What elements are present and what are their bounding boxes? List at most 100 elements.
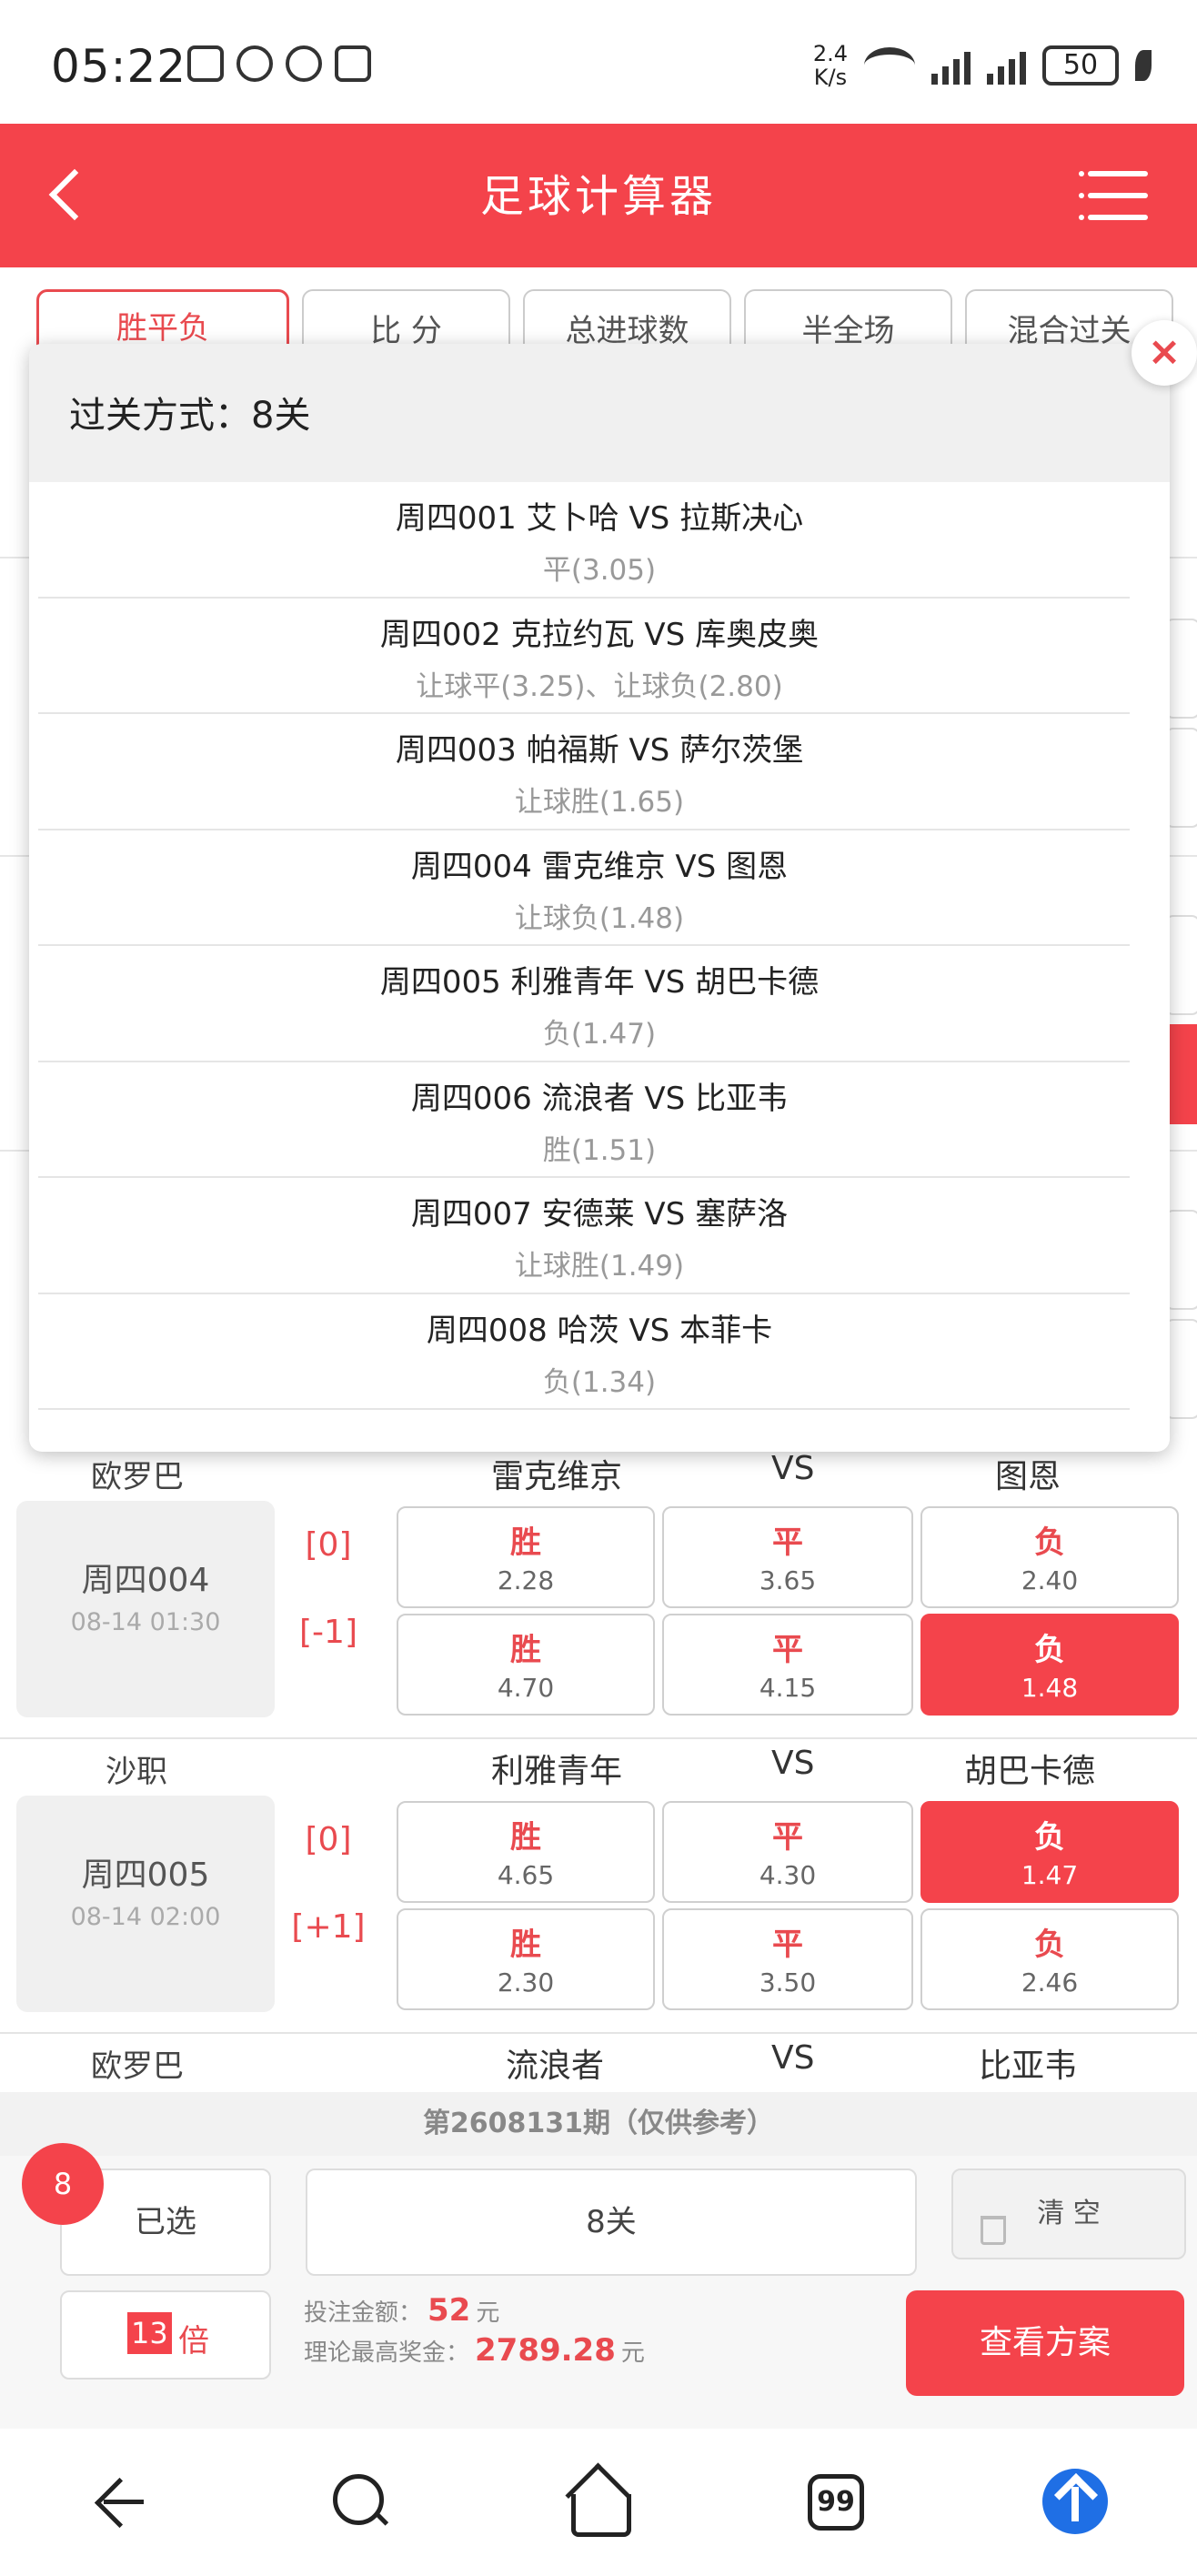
menu-icon[interactable] xyxy=(1079,167,1148,224)
odds-button-draw[interactable]: 平 3.65 xyxy=(662,1506,913,1608)
selection-pick: 平(3.05) xyxy=(542,554,657,587)
odds-value: 2.46 xyxy=(1021,1967,1079,1997)
selection-match: 周四005 利雅青年 VS 胡巴卡德 xyxy=(379,964,820,1001)
odds-button-win[interactable]: 胜 4.65 xyxy=(397,1801,655,1903)
odds-result: 负 xyxy=(1034,1524,1065,1561)
nav-home-icon[interactable] xyxy=(560,2465,633,2538)
odds-button-handicap-lose[interactable]: 负 2.46 xyxy=(920,1908,1179,2010)
signal-icon-2 xyxy=(987,46,1026,85)
selection-match: 周四002 克拉约瓦 VS 库奥皮奥 xyxy=(379,616,820,653)
bluetooth-icon xyxy=(286,45,322,82)
odds-value: 4.70 xyxy=(497,1673,555,1703)
parlay-popup: 过关方式：8关 周四001 艾卜哈 VS 拉斯决心 平(3.05) 周四002 克… xyxy=(29,344,1170,1452)
vs-label: VS xyxy=(771,1450,815,1487)
league-name: 欧罗巴 xyxy=(91,1459,184,1495)
odds-result: 平 xyxy=(772,1927,803,1963)
match-time: 08-14 01:30 xyxy=(70,1608,221,1636)
nav-tabs-icon[interactable]: 99 xyxy=(808,2474,864,2531)
status-bar: 05:22 2.4 K/s 50 xyxy=(0,0,1197,124)
odds-result: 胜 xyxy=(510,1819,541,1856)
period-notice: 第2608131期（仅供参考） xyxy=(0,2092,1197,2156)
close-icon[interactable]: × xyxy=(1132,320,1197,386)
odds-result: 负 xyxy=(1034,1632,1065,1668)
selection-match: 周四003 帕福斯 VS 萨尔茨堡 xyxy=(395,732,804,769)
status-right: 2.4 K/s 50 xyxy=(813,42,1152,89)
page-title: 足球计算器 xyxy=(479,171,717,222)
selection-pick: 胜(1.51) xyxy=(542,1133,657,1167)
multiplier-input[interactable]: 13 倍 xyxy=(60,2290,271,2380)
list-item: 周四008 哈茨 VS 本菲卡 负(1.34) xyxy=(29,1294,1170,1411)
odds-value: 1.48 xyxy=(1021,1673,1079,1703)
multiplier-value: 13 xyxy=(127,2312,172,2354)
odds-button-handicap-win[interactable]: 胜 4.70 xyxy=(397,1614,655,1716)
handicap-label: [0] xyxy=(305,1526,352,1564)
vibrate-icon xyxy=(335,45,371,82)
selection-match: 周四006 流浪者 VS 比亚韦 xyxy=(410,1080,789,1117)
odds-button-handicap-draw[interactable]: 平 3.50 xyxy=(662,1908,913,2010)
list-item: 周四004 雷克维京 VS 图恩 让球负(1.48) xyxy=(29,830,1170,947)
selection-pick: 让球平(3.25)、让球负(2.80) xyxy=(416,669,783,703)
handicap-label: [+1] xyxy=(291,1908,366,1946)
battery-icon: 50 xyxy=(1042,45,1119,86)
multiplier-unit: 倍 xyxy=(178,2323,209,2360)
nfc-icon xyxy=(187,45,224,82)
selection-pick: 负(1.47) xyxy=(542,1018,657,1051)
view-plan-button[interactable]: 查看方案 xyxy=(906,2290,1184,2396)
odds-value: 3.50 xyxy=(759,1967,817,1997)
away-team: 胡巴卡德 xyxy=(964,1753,1096,1790)
match-number: 周四004 xyxy=(81,1562,210,1599)
handicap-label: [-1] xyxy=(299,1614,357,1651)
list-item: 周四002 克拉约瓦 VS 库奥皮奥 让球平(3.25)、让球负(2.80) xyxy=(29,599,1170,715)
match-day-card[interactable]: 周四004 08-14 01:30 xyxy=(16,1501,275,1717)
vs-label: VS xyxy=(771,2039,815,2077)
system-nav-bar: 99 xyxy=(0,2429,1197,2576)
max-prize-unit: 元 xyxy=(620,2340,645,2367)
selection-match: 周四004 雷克维京 VS 图恩 xyxy=(410,848,789,885)
odds-button-draw[interactable]: 平 4.30 xyxy=(662,1801,913,1903)
nav-back-icon[interactable] xyxy=(84,2465,156,2538)
selection-pick: 负(1.34) xyxy=(542,1365,657,1399)
max-prize: 理论最高奖金： 2789.28 元 xyxy=(304,2332,645,2369)
nav-search-icon[interactable] xyxy=(324,2465,397,2538)
league-name: 欧罗巴 xyxy=(91,2048,184,2085)
popup-header: 过关方式：8关 xyxy=(29,344,1170,482)
list-item: 周四003 帕福斯 VS 萨尔茨堡让球胜(1.65) xyxy=(29,714,1170,830)
odds-value: 4.15 xyxy=(759,1673,817,1703)
alarm-icon xyxy=(236,45,273,82)
list-item: 周四006 流浪者 VS 比亚韦 胜(1.51) xyxy=(29,1062,1170,1179)
signal-icon xyxy=(931,46,971,85)
nav-upload-icon[interactable] xyxy=(1042,2469,1108,2534)
odds-button-lose[interactable]: 负 2.40 xyxy=(920,1506,1179,1608)
league-name: 沙职 xyxy=(106,1754,167,1790)
selection-match: 周四007 安德莱 VS 塞萨洛 xyxy=(410,1196,789,1233)
list-item: 周四007 安德莱 VS 塞萨洛 让球胜(1.49) xyxy=(29,1178,1170,1294)
odds-value: 2.40 xyxy=(1021,1565,1079,1595)
clear-button[interactable]: 清 空 xyxy=(951,2168,1186,2259)
odds-button-handicap-win[interactable]: 胜 2.30 xyxy=(397,1908,655,2010)
handicap-label: [0] xyxy=(305,1821,352,1858)
odds-value: 4.65 xyxy=(497,1860,555,1890)
home-team: 雷克维京 xyxy=(491,1458,623,1495)
bet-amount-unit: 元 xyxy=(476,2299,500,2327)
selection-pick: 让球负(1.48) xyxy=(514,901,685,935)
match-time: 08-14 02:00 xyxy=(70,1903,221,1931)
odds-result: 负 xyxy=(1034,1927,1065,1963)
status-icons xyxy=(187,45,371,82)
odds-result: 胜 xyxy=(510,1632,541,1668)
clear-label: 清 空 xyxy=(1037,2198,1101,2229)
odds-button-handicap-draw[interactable]: 平 4.15 xyxy=(662,1614,913,1716)
selection-pick: 让球胜(1.65) xyxy=(514,786,685,819)
wifi-icon xyxy=(864,47,915,84)
odds-button-handicap-lose-selected[interactable]: 负 1.48 xyxy=(920,1614,1179,1716)
odds-button-lose-selected[interactable]: 负 1.47 xyxy=(920,1801,1179,1903)
pass-type-selector[interactable]: 8关 xyxy=(306,2168,917,2276)
power-saving-icon xyxy=(1135,50,1152,81)
odds-button-win[interactable]: 胜 2.28 xyxy=(397,1506,655,1608)
selected-count-badge: 8 xyxy=(22,2143,104,2225)
bet-amount: 投注金额： 52 元 xyxy=(304,2292,499,2329)
odds-result: 平 xyxy=(772,1632,803,1668)
odds-value: 2.28 xyxy=(497,1565,555,1595)
bet-amount-value: 52 xyxy=(428,2292,471,2329)
match-day-card[interactable]: 周四005 08-14 02:00 xyxy=(16,1796,275,2012)
home-team: 流浪者 xyxy=(506,2048,605,2085)
